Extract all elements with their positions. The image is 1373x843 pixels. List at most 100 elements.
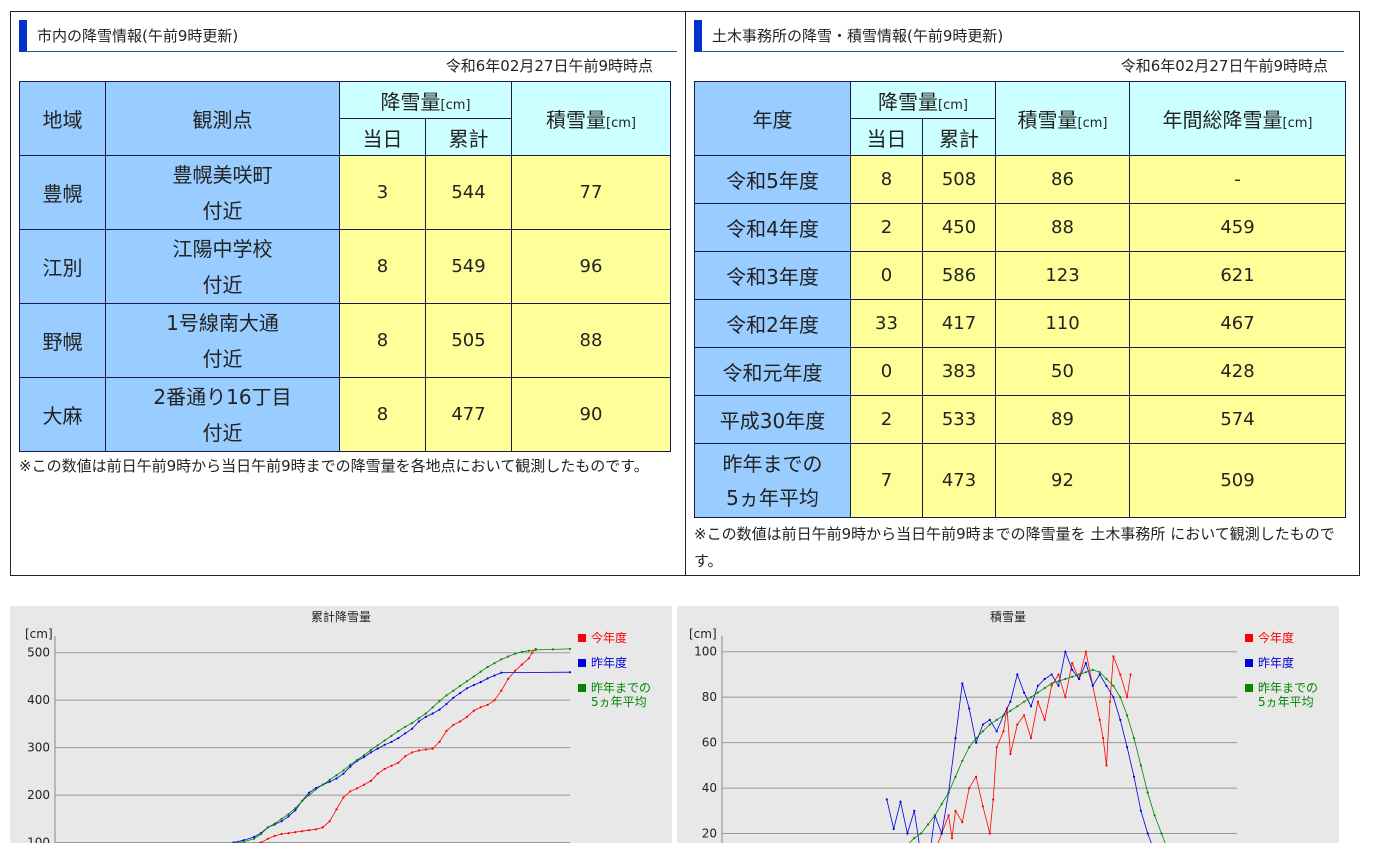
data-point	[988, 723, 991, 726]
data-point	[328, 820, 331, 823]
data-point	[465, 680, 469, 683]
year-cell: 令和3年度	[694, 251, 851, 300]
data-point	[438, 700, 441, 703]
data-point	[259, 832, 263, 836]
data-point	[308, 829, 311, 832]
data-point	[1132, 775, 1136, 778]
data-point	[342, 796, 345, 799]
y-tick-label: 60	[702, 736, 717, 750]
data-point	[1023, 700, 1026, 703]
data-point	[520, 663, 523, 666]
depth-cell: 92	[995, 443, 1130, 518]
annual-total-cell: 428	[1129, 347, 1346, 396]
year-cell: 昨年までの 5ヵ年平均	[694, 443, 851, 518]
data-point	[1139, 809, 1142, 812]
data-point	[1023, 714, 1026, 717]
data-point	[1064, 696, 1067, 699]
annual-total-cell: -	[1129, 155, 1346, 204]
legend-item: 今年度	[1245, 631, 1318, 645]
data-point	[342, 769, 345, 772]
data-point	[1105, 764, 1108, 767]
data-point	[1084, 671, 1087, 674]
data-point	[335, 777, 338, 780]
legend-swatch	[1245, 684, 1253, 692]
data-point	[1126, 746, 1129, 749]
data-point	[1078, 677, 1081, 681]
data-point	[404, 732, 407, 735]
data-point	[294, 831, 297, 834]
legend-label: 今年度	[591, 631, 628, 645]
snow-depth-chart: 20 40 60 80 100 積雪量 [cm] 今年度 昨年度 昨年までの 5ヵ年平均	[677, 606, 1339, 843]
data-point	[328, 780, 331, 783]
year-header: 年度	[694, 81, 851, 156]
data-point	[424, 712, 427, 715]
data-point	[273, 822, 276, 825]
annual-total-header: 年間総降雪量[cm]	[1129, 81, 1346, 156]
data-point	[452, 723, 455, 726]
table-row: 令和4年度 2 450 88 459	[694, 203, 1346, 252]
table-row: 豊幌 豊幌美咲町 付近 3 544 77	[19, 155, 671, 230]
total-cell: 533	[922, 395, 996, 444]
table-row: 野幌 1号線南大通 付近 8 505 88	[19, 303, 671, 378]
data-point	[1119, 718, 1122, 721]
chart-legend: 今年度 昨年度 昨年までの 5ヵ年平均	[1245, 631, 1318, 720]
snowfall-header: 降雪量[cm]	[339, 81, 512, 119]
data-point	[452, 689, 455, 692]
data-point	[280, 817, 283, 820]
total-cell: 544	[425, 155, 512, 230]
data-point	[404, 725, 407, 728]
y-tick-label: 100	[27, 836, 50, 843]
data-point	[1108, 700, 1112, 703]
depth-cell: 110	[995, 299, 1130, 348]
legend-swatch	[578, 684, 586, 692]
data-point	[342, 772, 345, 775]
today-cell: 33	[850, 299, 923, 348]
data-point	[975, 737, 978, 740]
data-point	[1057, 684, 1060, 687]
data-point	[1043, 687, 1046, 690]
snow-depth-plot: 20 40 60 80 100	[694, 636, 1237, 843]
table-row: 令和2年度 33 417 110 467	[694, 299, 1346, 348]
depth-cell: 86	[995, 155, 1130, 204]
data-point	[411, 721, 414, 725]
data-point	[349, 763, 352, 766]
cumulative-snowfall-chart: 100 200 300 400 500 累計降雪量 [cm] 今年度 昨年度 昨年までの 5…	[10, 606, 672, 843]
data-point	[950, 837, 954, 840]
data-point	[1126, 714, 1129, 717]
data-point	[308, 794, 311, 797]
data-point	[404, 755, 407, 758]
depth-cell: 123	[995, 251, 1130, 300]
data-point	[968, 787, 971, 790]
legend-item: 今年度	[578, 631, 651, 645]
today-cell: 3	[339, 155, 426, 230]
data-point	[1160, 832, 1163, 835]
data-point	[1098, 673, 1101, 676]
table-row: 昨年までの 5ヵ年平均 7 473 92 509	[694, 443, 1346, 518]
data-point	[1102, 737, 1105, 740]
data-point	[397, 729, 400, 733]
data-point	[507, 655, 510, 658]
data-point	[273, 834, 276, 837]
data-point	[486, 677, 489, 680]
data-point	[568, 671, 572, 674]
data-point	[1002, 730, 1005, 733]
data-point	[242, 840, 245, 843]
data-point	[369, 748, 372, 752]
depth-cell: 90	[511, 377, 671, 452]
data-point	[362, 756, 366, 759]
data-point	[472, 683, 475, 687]
data-point	[961, 759, 964, 762]
data-point	[968, 707, 971, 710]
legend-label: 昨年までの 5ヵ年平均	[591, 681, 652, 709]
y-axis-unit: [cm]	[25, 627, 53, 641]
data-point	[287, 832, 290, 835]
today-cell: 7	[850, 443, 923, 518]
series-line	[886, 650, 1152, 843]
point-cell: 江陽中学校 付近	[105, 229, 340, 304]
depth-header: 積雪量[cm]	[995, 81, 1130, 156]
data-point	[1071, 662, 1074, 665]
data-point	[431, 712, 434, 715]
data-point	[551, 648, 554, 651]
point-header: 観測点	[105, 81, 340, 156]
data-point	[940, 832, 943, 835]
